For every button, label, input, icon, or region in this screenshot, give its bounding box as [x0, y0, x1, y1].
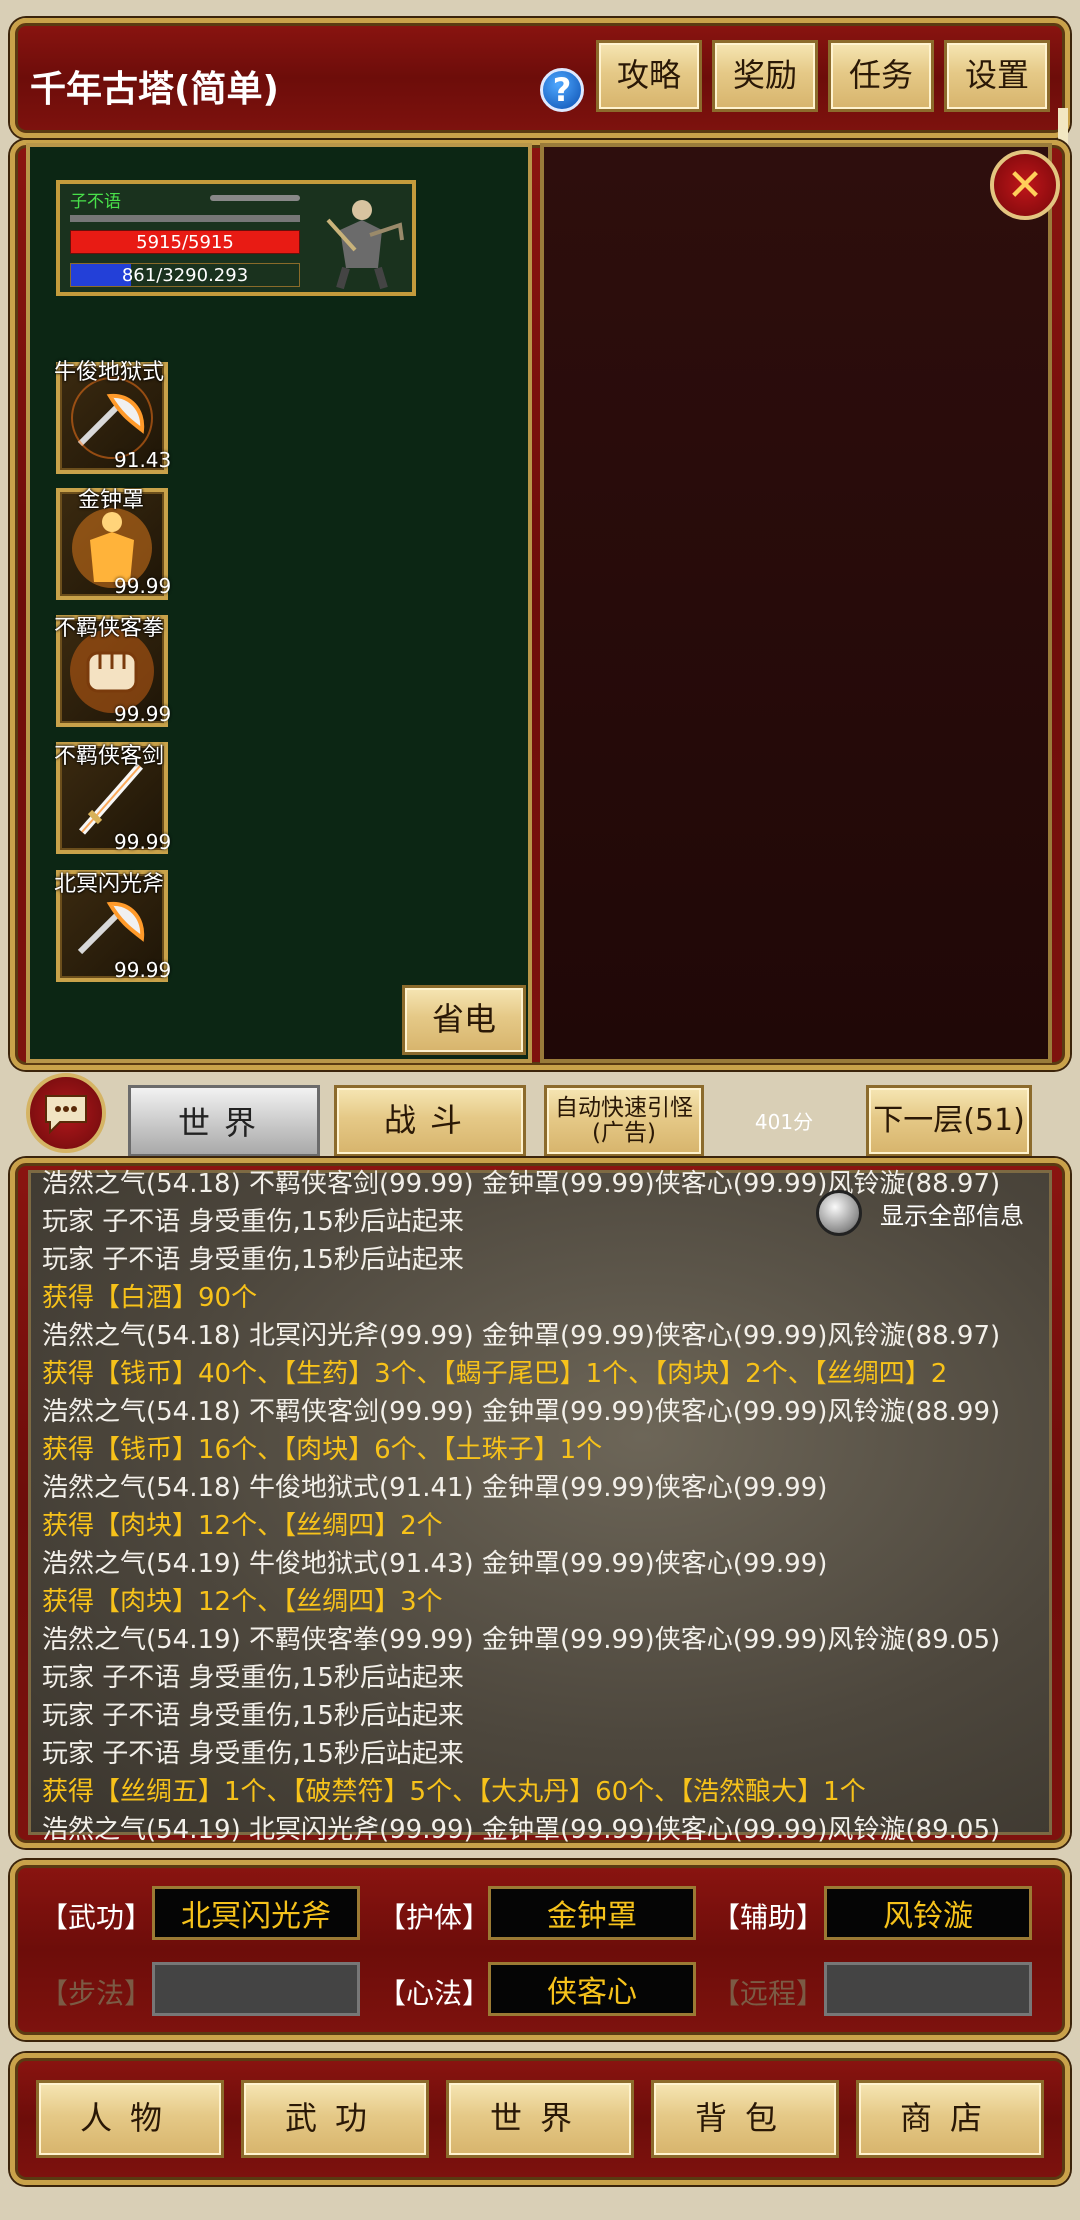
tab-battle[interactable]: 战斗: [334, 1085, 526, 1157]
step-label: 【步法】: [40, 1977, 153, 2010]
martial-label: 【武功】: [40, 1901, 153, 1934]
skill-name: 北冥闪光斧: [54, 872, 165, 897]
assist-label: 【辅助】: [712, 1901, 825, 1934]
help-icon[interactable]: ?: [540, 68, 584, 112]
tasks-button[interactable]: 任务: [828, 40, 934, 112]
log-line: 获得【白酒】90个: [42, 1283, 258, 1313]
step-slot[interactable]: [152, 1962, 360, 2016]
nav-character[interactable]: 人物: [36, 2080, 224, 2158]
enemy-panel: [540, 143, 1052, 1063]
log-line: 获得【肉块】12个、【丝绸四】3个: [42, 1587, 443, 1617]
log-line: 浩然之气(54.19) 不羁侠客拳(99.99) 金钟罩(99.99)侠客心(9…: [42, 1625, 1001, 1655]
log-line: 获得【钱币】16个、【肉块】6个、【土珠子】1个: [42, 1435, 603, 1465]
player-level-bar: [210, 195, 300, 201]
body-label: 【护体】: [378, 1901, 491, 1934]
player-name: 子不语: [70, 192, 121, 212]
heart-label: 【心法】: [378, 1977, 491, 2010]
nav-world[interactable]: 世界: [446, 2080, 634, 2158]
chat-icon[interactable]: [26, 1073, 106, 1153]
log-line: 玩家 子不语 身受重伤,15秒后站起来: [42, 1245, 464, 1275]
heart-slot[interactable]: 侠客心: [488, 1962, 696, 2016]
rewards-button[interactable]: 奖励: [712, 40, 818, 112]
skill-value: 91.43: [114, 448, 172, 472]
nav-martial[interactable]: 武功: [241, 2080, 429, 2158]
skill-name: 金钟罩: [78, 488, 145, 513]
power-save-button[interactable]: 省电: [402, 985, 526, 1055]
player-portrait-icon: [310, 190, 410, 290]
log-line: 浩然之气(54.19) 北冥闪光斧(99.99) 金钟罩(99.99)侠客心(9…: [42, 1815, 1001, 1845]
nav-bag[interactable]: 背包: [651, 2080, 839, 2158]
next-level-button[interactable]: 下一层(51): [866, 1085, 1032, 1157]
hp-bar: 5915/5915: [70, 230, 300, 254]
skill-name: 牛俊地狱式: [54, 360, 165, 385]
skill-value: 99.99: [114, 830, 172, 854]
body-slot[interactable]: 金钟罩: [488, 1886, 696, 1940]
log-line: 获得【肉块】12个、【丝绸四】2个: [42, 1511, 443, 1541]
skill-value: 99.99: [114, 958, 172, 982]
log-line: 玩家 子不语 身受重伤,15秒后站起来: [42, 1739, 464, 1769]
strategy-button[interactable]: 攻略: [596, 40, 702, 112]
ranged-slot[interactable]: [824, 1962, 1032, 2016]
log-line: 玩家 子不语 身受重伤,15秒后站起来: [42, 1663, 464, 1693]
score-text: 401分: [754, 1110, 814, 1134]
ranged-label: 【远程】: [712, 1977, 825, 2010]
log-line: 浩然之气(54.18) 不羁侠客剑(99.99) 金钟罩(99.99)侠客心(9…: [42, 1397, 1001, 1427]
show-all-label: 显示全部信息: [880, 1202, 1024, 1230]
tab-world[interactable]: 世界: [128, 1085, 320, 1157]
mp-bar: 861/3290.293: [70, 263, 300, 287]
log-line: 浩然之气(54.18) 北冥闪光斧(99.99) 金钟罩(99.99)侠客心(9…: [42, 1321, 1001, 1351]
player-exp-bar: [70, 215, 300, 222]
log-line: 浩然之气(54.18) 牛俊地狱式(91.41) 金钟罩(99.99)侠客心(9…: [42, 1473, 828, 1503]
log-line: 获得【钱币】40个、【生药】3个、【蝎子尾巴】1个、【肉块】2个、【丝绸四】2: [42, 1359, 948, 1389]
close-icon[interactable]: ✕: [990, 150, 1060, 220]
log-line: 浩然之气(54.19) 牛俊地狱式(91.43) 金钟罩(99.99)侠客心(9…: [42, 1549, 828, 1579]
skill-name: 不羁侠客剑: [54, 744, 165, 769]
log-line: 获得【丝绸五】1个、【破禁符】5个、【大丸丹】60个、【浩然酿大】1个: [42, 1777, 866, 1807]
skill-name: 不羁侠客拳: [54, 616, 165, 641]
log-line: 玩家 子不语 身受重伤,15秒后站起来: [42, 1701, 464, 1731]
martial-slot[interactable]: 北冥闪光斧: [152, 1886, 360, 1940]
nav-shop[interactable]: 商店: [856, 2080, 1044, 2158]
page-title: 千年古塔(简单): [30, 69, 279, 110]
skill-value: 99.99: [114, 702, 172, 726]
auto-lure-button[interactable]: 自动快速引怪 (广告): [544, 1085, 704, 1157]
settings-button[interactable]: 设置: [944, 40, 1050, 112]
skill-value: 99.99: [114, 574, 172, 598]
assist-slot[interactable]: 风铃漩: [824, 1886, 1032, 1940]
log-lines: 浩然之气(54.18) 不羁侠客剑(99.99) 金钟罩(99.99)侠客心(9…: [42, 1165, 1052, 1849]
show-all-radio[interactable]: [816, 1190, 862, 1236]
